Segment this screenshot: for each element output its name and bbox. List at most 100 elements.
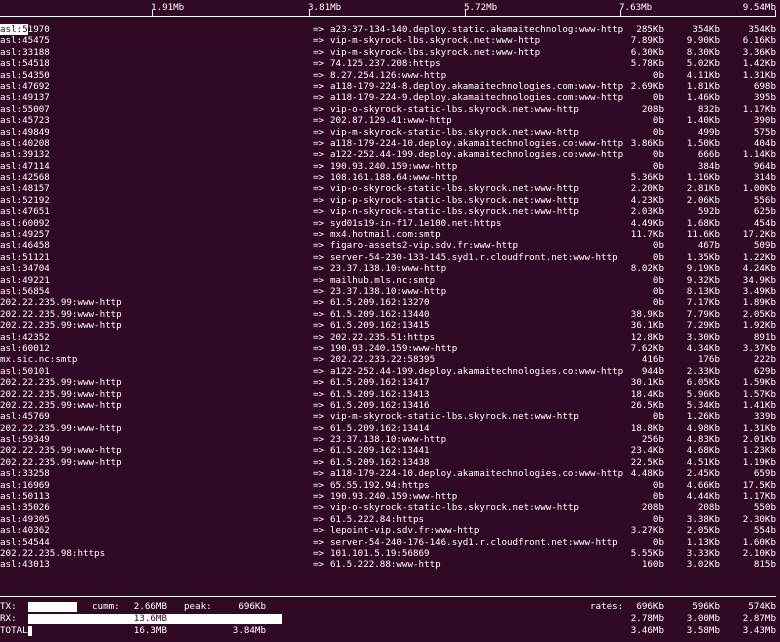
total-cumm: 16.3MB [133, 625, 167, 636]
rate-40s: 1.17Kb [742, 491, 776, 503]
connection-destination: 202.22.233.22:58395 [330, 354, 436, 366]
terminal-cursor: asl:5 [0, 24, 28, 35]
connection-source: asl:52192 [0, 194, 50, 206]
connection-row[interactable]: asl:49257 => mx4.hotmail.com:smtp 11.7Kb 11.… [0, 229, 780, 240]
rate-2s: 6.30Kb [630, 46, 664, 58]
connection-row[interactable]: 202.22.235.99:www-http => 61.5.209.162:134… [0, 400, 780, 411]
connection-source: asl:42352 [0, 331, 50, 343]
connection-row[interactable]: asl:49221 => mailhub.mls.nc:smtp 0b 9.32Kb 34… [0, 275, 780, 286]
connection-destination: vip-o-skyrock-static-lbs.skyrock.net:www… [330, 103, 579, 115]
rate-40s: 6.16Kb [742, 35, 776, 47]
connection-destination: a23-37-134-140.deploy.static.akamaitechn… [330, 24, 624, 35]
connection-source: mx.sic.nc:smtp [0, 354, 78, 366]
connection-row[interactable]: asl:42568 => 108.161.188.64:www-http 5.36Kb… [0, 172, 780, 183]
connection-destination: vip-m-skyrock-lbs.skyrock.net:www-http [330, 46, 541, 58]
direction-arrow: => [313, 251, 325, 263]
rate-40s: 404b [753, 137, 776, 149]
connection-row[interactable]: asl:40362 => lepoint-vip.sdv.fr:www-http 3.… [0, 525, 780, 536]
rate-40s: 575b [753, 126, 776, 138]
connection-row[interactable]: asl:48157 => vip-o-skyrock-static-lbs.skyr… [0, 183, 780, 194]
connection-row[interactable]: asl:45475 => vip-m-skyrock-lbs.skyrock.net… [0, 35, 780, 46]
connection-destination: vip-m-skyrock-lbs.skyrock.net:www-http [330, 35, 541, 47]
rate-40s: 1.17Kb [742, 103, 776, 115]
connection-row[interactable]: asl:52192 => vip-p-skyrock-static-lbs.skyr… [0, 195, 780, 206]
rate-40s: 354Kb [748, 24, 776, 35]
connection-row[interactable]: asl:33258 => a118-179-224-10.deploy.akamai… [0, 468, 780, 479]
rate-2s: 23.4Kb [630, 445, 664, 457]
connection-row[interactable]: asl:43013 => 61.5.222.88:www-http 160b 3.02K… [0, 559, 780, 570]
rate-10s: 9.19Kb [686, 263, 720, 275]
connection-row[interactable]: asl:39132 => a122-252.44-199.deploy.akamai… [0, 149, 780, 160]
connection-row[interactable]: asl:51970 => a23-37-134-140.deploy.static.… [0, 24, 780, 35]
rate-2s: 5.78Kb [630, 58, 664, 70]
connection-row[interactable]: asl:50101 => a122-252.44-199.deploy.akamai… [0, 366, 780, 377]
connection-source: asl:54350 [0, 69, 50, 81]
connection-row[interactable]: asl:45723 => 202.87.129.41:www-http 0b 1.40K… [0, 115, 780, 126]
rate-10s: 1.35Kb [686, 251, 720, 263]
connection-row[interactable]: asl:60012 => 190.93.240.159:www-http 7.62Kb… [0, 343, 780, 354]
connection-row[interactable]: 202.22.235.99:www-http => 61.5.209.162:134… [0, 457, 780, 468]
connection-row[interactable]: asl:35026 => vip-o-skyrock-static-lbs.skyr… [0, 502, 780, 513]
rate-40s: 1.22Kb [742, 251, 776, 263]
connection-row[interactable]: asl:54350 => 8.27.254.126:www-http 0b 4.11Kb… [0, 70, 780, 81]
connection-destination: vip-o-skyrock-static-lbs.skyrock.net:www… [330, 183, 579, 195]
connection-row[interactable]: asl:16969 => 65.55.192.94:https 0b 4.66Kb 17.… [0, 480, 780, 491]
rate-2s: 2.03Kb [630, 206, 664, 218]
connection-row[interactable]: asl:49305 => 61.5.222.84:https 0b 3.38Kb 2.30… [0, 514, 780, 525]
rate-2s: 2.20Kb [630, 183, 664, 195]
connection-row[interactable]: 202.22.235.99:www-http => 61.5.209.162:134… [0, 320, 780, 331]
connection-row[interactable]: 202.22.235.99:www-http => 61.5.209.162:134… [0, 389, 780, 400]
rate-2s: 5.36Kb [630, 172, 664, 184]
connection-row[interactable]: asl:59349 => 23.37.138.10:www-http 256b 4.83… [0, 434, 780, 445]
connection-row[interactable]: asl:54518 => 74.125.237.208:https 5.78Kb 5.0… [0, 58, 780, 69]
tx-rate-2s: 696Kb [636, 601, 664, 612]
connection-row[interactable]: asl:55007 => vip-o-skyrock-static-lbs.skyr… [0, 104, 780, 115]
connection-source: asl:48157 [0, 183, 50, 195]
direction-arrow: => [313, 274, 325, 286]
connection-row[interactable]: asl:49849 => vip-m-skyrock-static-lbs.skyr… [0, 127, 780, 138]
connection-row[interactable]: asl:49137 => a118-179-224-9.deploy.akamait… [0, 92, 780, 103]
connection-source: asl:54518 [0, 58, 50, 70]
connection-row[interactable]: asl:33188 => vip-m-skyrock-lbs.skyrock.net… [0, 47, 780, 58]
rate-10s: 2.06Kb [686, 194, 720, 206]
rate-10s: 8.30Kb [686, 46, 720, 58]
connection-row[interactable]: mx.sic.nc:smtp => 202.22.233.22:58395 416b 1… [0, 354, 780, 365]
connection-row[interactable]: 202.22.235.99:www-http => 61.5.209.162:134… [0, 309, 780, 320]
connection-row[interactable]: asl:54544 => server-54-240-176-146.syd1.r.… [0, 537, 780, 548]
connection-row[interactable]: asl:47651 => vip-n-skyrock-static-lbs.skyr… [0, 206, 780, 217]
rate-10s: 1.40Kb [686, 115, 720, 127]
rate-2s: 0b [652, 149, 664, 161]
connection-row[interactable]: asl:46458 => figaro-assets2-vip.sdv.fr:www… [0, 240, 780, 251]
connection-source: asl:51121 [0, 251, 50, 263]
connection-row[interactable]: asl:42352 => 202.22.235.51:https 12.8Kb 3.30… [0, 332, 780, 343]
connection-destination: 61.5.222.84:https [330, 513, 425, 525]
connection-row[interactable]: 202.22.235.99:www-http => 61.5.209.162:134… [0, 445, 780, 456]
connection-row[interactable]: asl:47692 => a118-179-224-8.deploy.akamait… [0, 81, 780, 92]
rate-10s: 4.44Kb [686, 491, 720, 503]
connection-destination: 190.93.240.159:www-http [330, 491, 458, 503]
connection-source: asl:56854 [0, 285, 50, 297]
rx-rate-10s: 3.00Mb [686, 613, 720, 624]
connection-source-rest: 1970 [27, 24, 50, 35]
connection-row[interactable]: 202.22.235.99:www-http => 61.5.209.162:134… [0, 377, 780, 388]
rate-2s: 18.8Kb [630, 422, 664, 434]
connection-source: asl:16969 [0, 479, 50, 491]
connection-row[interactable]: asl:45769 => vip-m-skyrock-static-lbs.skyr… [0, 411, 780, 422]
total-rate-10s: 3.58Mb [686, 625, 720, 636]
rate-2s: 416b [641, 354, 664, 366]
connection-row[interactable]: asl:50113 => 190.93.240.159:www-http 0b 4.44… [0, 491, 780, 502]
connection-row[interactable]: 202.22.235.98:https => 101.101.5.19:56869 5… [0, 548, 780, 559]
rate-2s: 3.27Kb [630, 525, 664, 537]
connection-row[interactable]: asl:40208 => a118-179-224-10.deploy.akamai… [0, 138, 780, 149]
connection-row[interactable]: asl:47114 => 190.93.240.159:www-http 0b 384b… [0, 161, 780, 172]
connection-row[interactable]: 202.22.235.99:www-http => 61.5.209.162:132… [0, 297, 780, 308]
connection-row[interactable]: asl:34704 => 23.37.138.10:www-http 8.02Kb 9.… [0, 263, 780, 274]
direction-arrow: => [313, 69, 325, 81]
connection-row[interactable]: asl:51121 => server-54-230-133-145.syd1.r.… [0, 252, 780, 263]
scale-line [0, 16, 776, 17]
connection-row[interactable]: asl:56854 => 23.37.138.10:www-http 0b 8.13Kb… [0, 286, 780, 297]
rate-2s: 11.7Kb [630, 229, 664, 241]
connection-row[interactable]: 202.22.235.99:www-http => 61.5.209.162:134… [0, 423, 780, 434]
connection-row[interactable]: asl:60092 => syd01s19-in-f17.1e100.net:htt… [0, 218, 780, 229]
direction-arrow: => [313, 126, 325, 138]
